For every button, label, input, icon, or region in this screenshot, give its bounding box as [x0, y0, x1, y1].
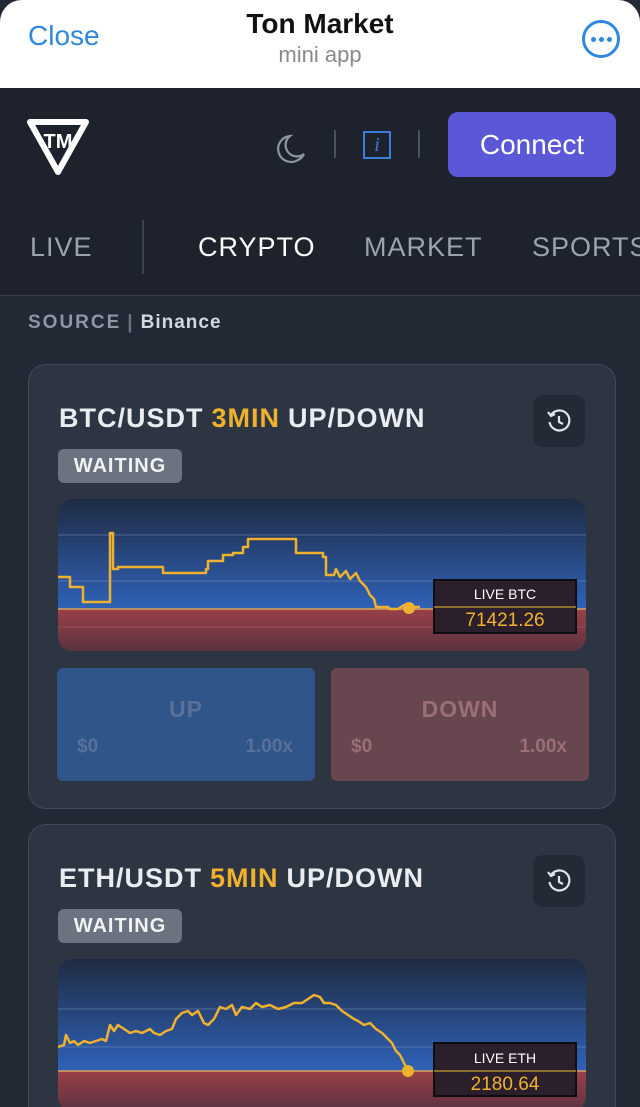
- source-value: Binance: [140, 312, 222, 333]
- market-duration: 5MIN: [210, 863, 279, 893]
- logo-icon: TM: [27, 119, 89, 175]
- down-amount: $0: [351, 736, 373, 757]
- live-price-label: LIVE BTC: [474, 586, 536, 602]
- app-header: TM i Connect: [0, 88, 640, 208]
- moon-icon[interactable]: [276, 132, 310, 166]
- telegram-header: Close Ton Market mini app: [0, 0, 640, 88]
- market-title: ETH/USDT 5MIN UP/DOWN: [59, 863, 424, 894]
- history-button[interactable]: [533, 395, 585, 447]
- market-pair: ETH/USDT: [59, 863, 202, 893]
- market-kind: UP/DOWN: [288, 403, 426, 433]
- history-icon: [547, 409, 571, 432]
- up-amount: $0: [77, 736, 99, 757]
- live-price-value: 2180.64: [471, 1074, 540, 1095]
- history-icon: [547, 869, 571, 892]
- market-duration: 3MIN: [211, 403, 281, 433]
- up-label: UP: [169, 696, 203, 722]
- market-card-btc: BTC/USDT 3MIN UP/DOWN WAITING LIVE BTC 714…: [28, 364, 616, 809]
- app-subtitle: mini app: [278, 42, 362, 67]
- price-chart: LIVE ETH 2180.64: [58, 959, 586, 1107]
- status-badge: WAITING: [58, 909, 182, 943]
- divider: [334, 130, 336, 158]
- tab-live[interactable]: LIVE: [30, 232, 93, 263]
- market-title: BTC/USDT 3MIN UP/DOWN: [59, 403, 426, 434]
- tab-crypto[interactable]: CRYPTO: [198, 232, 316, 263]
- tab-market[interactable]: MARKET: [364, 232, 483, 263]
- category-tabs: LIVE CRYPTO MARKET SPORTS: [0, 208, 640, 296]
- divider: [418, 130, 420, 158]
- tab-sports[interactable]: SPORTS: [532, 232, 640, 263]
- history-button[interactable]: [533, 855, 585, 907]
- app-title: Ton Market: [246, 8, 394, 39]
- tab-divider: [142, 220, 144, 274]
- connect-button[interactable]: Connect: [448, 112, 616, 177]
- down-button[interactable]: DOWN $0 1.00x: [331, 668, 589, 781]
- status-badge: WAITING: [58, 449, 182, 483]
- info-icon[interactable]: i: [363, 131, 391, 159]
- up-button[interactable]: UP $0 1.00x: [57, 668, 315, 781]
- source-label: SOURCE: [28, 312, 122, 333]
- live-price-value: 71421.26: [465, 610, 544, 631]
- down-multiplier: 1.00x: [519, 736, 567, 757]
- up-multiplier: 1.00x: [245, 736, 293, 757]
- market-card-eth: ETH/USDT 5MIN UP/DOWN WAITING LIVE ETH 218…: [28, 824, 616, 1107]
- svg-text:TM: TM: [44, 131, 73, 153]
- market-kind: UP/DOWN: [286, 863, 425, 893]
- source-line: SOURCE | Binance: [28, 312, 222, 333]
- market-pair: BTC/USDT: [59, 403, 204, 433]
- down-label: DOWN: [421, 696, 499, 722]
- price-chart: LIVE BTC 71421.26: [58, 499, 586, 651]
- live-price-label: LIVE ETH: [474, 1050, 536, 1066]
- more-icon[interactable]: [582, 20, 620, 58]
